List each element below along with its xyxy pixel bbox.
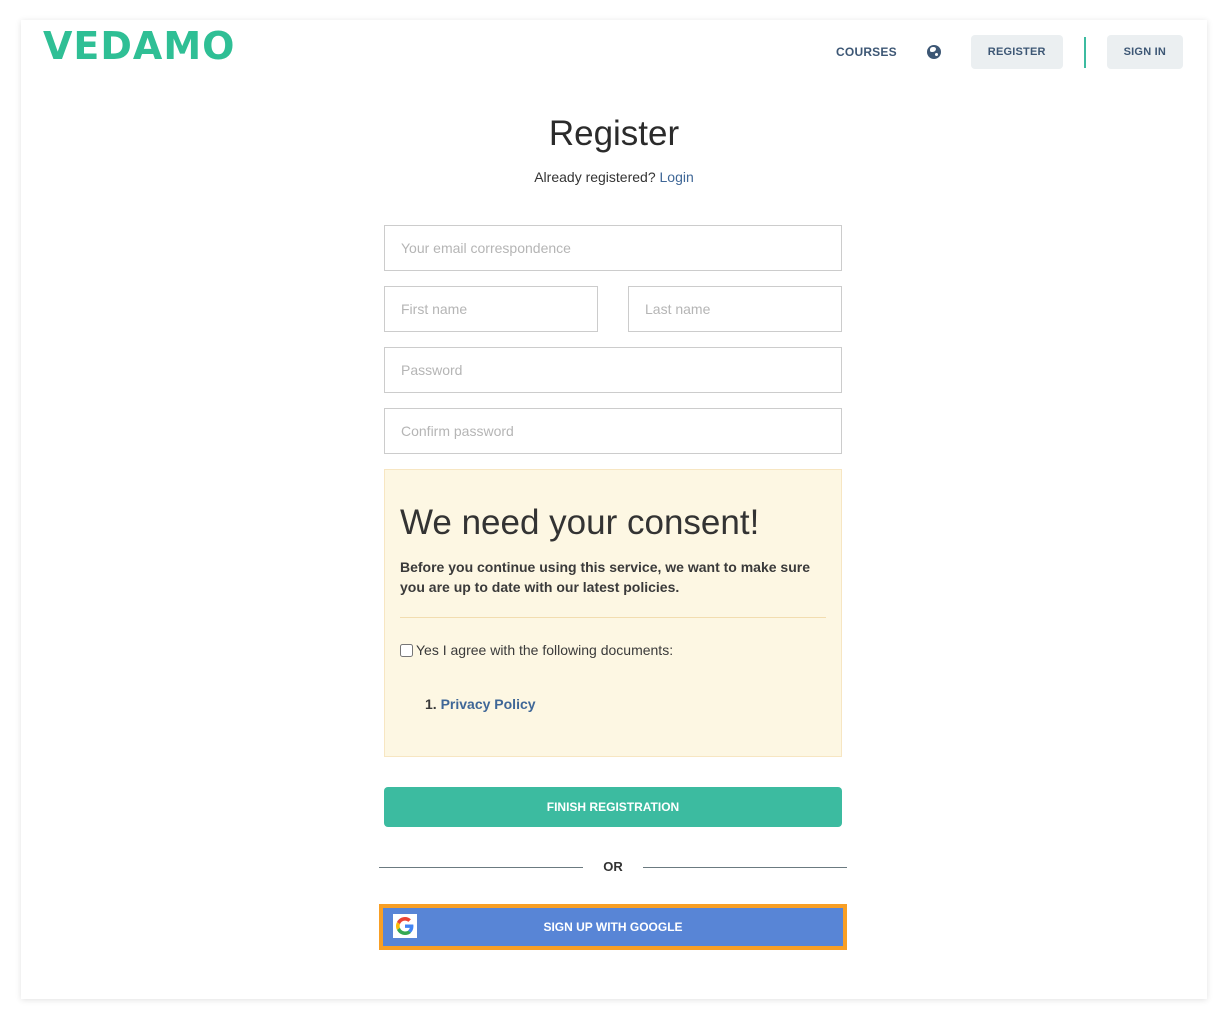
first-name-input[interactable]: [384, 286, 598, 332]
globe-icon[interactable]: [926, 45, 941, 59]
or-separator: OR: [379, 857, 847, 877]
google-button-label: SIGN UP WITH GOOGLE: [543, 920, 683, 934]
consent-text: Before you continue using this service, …: [400, 559, 810, 595]
sign-up-with-google-button[interactable]: SIGN UP WITH GOOGLE: [379, 904, 847, 950]
nav-register-button[interactable]: REGISTER: [970, 35, 1063, 69]
vedamo-logo[interactable]: VEDAMO: [43, 24, 235, 68]
password-input[interactable]: [384, 347, 842, 393]
already-registered-line: Already registered? Login: [21, 169, 1207, 185]
login-link[interactable]: Login: [660, 169, 694, 185]
already-registered-text: Already registered?: [534, 169, 656, 185]
google-icon: [393, 914, 417, 938]
email-input[interactable]: [384, 225, 842, 271]
finish-registration-button[interactable]: FINISH REGISTRATION: [384, 787, 842, 827]
last-name-input[interactable]: [628, 286, 842, 332]
top-nav: COURSES REGISTER SIGN IN: [836, 35, 1183, 69]
document-list-item: 1. Privacy Policy: [425, 696, 536, 712]
document-number: 1.: [425, 696, 437, 712]
consent-box: We need your consent! Before you continu…: [384, 469, 842, 757]
agree-label: Yes I agree with the following documents…: [416, 642, 674, 658]
or-line-right: [643, 867, 847, 868]
confirm-password-input[interactable]: [384, 408, 842, 454]
agree-row[interactable]: Yes I agree with the following documents…: [400, 642, 673, 658]
page-title: Register: [548, 114, 680, 153]
agree-checkbox[interactable]: [400, 643, 413, 657]
page-card: VEDAMO COURSES REGISTER SIGN IN Register…: [21, 20, 1207, 999]
nav-signin-button[interactable]: SIGN IN: [1106, 35, 1183, 69]
consent-title: We need your consent!: [400, 503, 760, 542]
privacy-policy-link[interactable]: Privacy Policy: [441, 696, 536, 712]
nav-courses-link[interactable]: COURSES: [836, 45, 897, 59]
consent-divider: [400, 617, 826, 618]
nav-divider: [1083, 36, 1086, 68]
